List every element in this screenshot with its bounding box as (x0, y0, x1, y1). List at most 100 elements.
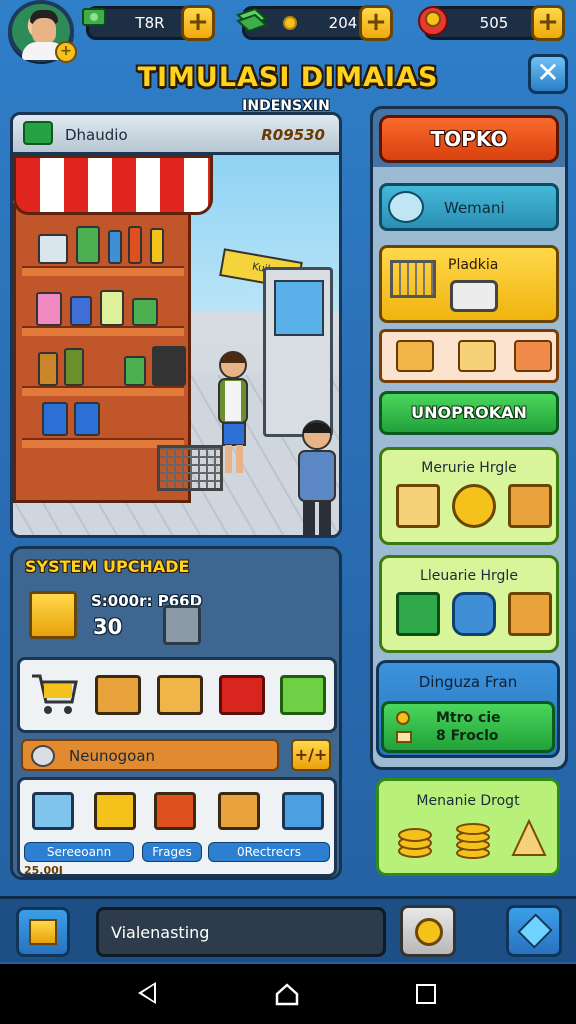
recent-apps-icon[interactable] (416, 984, 436, 1004)
gem-icon (517, 913, 553, 949)
jar (64, 348, 84, 386)
basket-icon[interactable] (282, 792, 324, 830)
upgrade-action-button[interactable]: +/+ (291, 739, 331, 771)
vending-machine[interactable] (263, 267, 333, 437)
gem-shop-button[interactable] (506, 905, 562, 957)
supply-row[interactable] (379, 329, 559, 383)
offer-card[interactable]: Dinguza Fran Mtro cie 8 Froclo (376, 660, 560, 758)
box-icon (396, 340, 434, 372)
reward-label: Menanie Drogt (416, 793, 520, 809)
game-title: TIMULASI DIMAIAS (137, 62, 439, 93)
category-tab[interactable]: 0Rectrecrs (208, 842, 330, 862)
cheese-icon[interactable] (94, 792, 136, 830)
add-coins-button[interactable]: + (359, 5, 393, 41)
shelf-board (22, 326, 184, 336)
system-upgrade-panel: SYSTEM UPCHADE S:000r: P66D 30 Neunogoan… (10, 546, 342, 880)
system-nav-bar (0, 964, 576, 1024)
level-badge-icon: + (55, 41, 77, 63)
status-field[interactable]: Vialenasting (96, 907, 386, 957)
wemari-card[interactable]: Wemani (379, 183, 559, 231)
upgrade-card-1-label: Merurie Hrgle (421, 460, 517, 476)
store-illustration[interactable]: Kuil (13, 155, 339, 535)
upgrade-card-2-label: Lleuarie Hrgle (420, 568, 518, 584)
cash-counter: T8R + (82, 5, 215, 41)
coin-icon (396, 711, 410, 725)
category-tab[interactable]: Sereeoann (24, 842, 134, 862)
bag-icon (514, 340, 552, 372)
upgrade-bar[interactable]: Neunogoan (21, 739, 279, 771)
coin-icon (283, 16, 297, 30)
upgrade-bar-label: Neunogoan (69, 747, 156, 765)
category-row: Sereeoann Frages 0Rectrecrs 25.00I (17, 777, 337, 877)
shelf-board (22, 386, 184, 396)
offer-buy-button[interactable]: Mtro cie 8 Froclo (381, 701, 555, 753)
package-icon[interactable] (156, 675, 203, 715)
upgrade-card-1[interactable]: Merurie Hrgle (379, 447, 559, 545)
close-button[interactable]: ✕ (528, 54, 568, 94)
plant-pot (76, 226, 100, 264)
package-label: Pladkia (448, 257, 499, 273)
status-field-label: Vialenasting (111, 923, 210, 942)
upgrade-card-2[interactable]: Lleuarie Hrgle (379, 555, 559, 653)
safe-icon (163, 605, 201, 645)
bottle (150, 228, 164, 264)
crate-icon (29, 919, 57, 945)
store-money: R09530 (261, 126, 325, 144)
box-icon (508, 592, 552, 636)
bottle (108, 230, 122, 264)
home-icon[interactable] (274, 982, 300, 1006)
reward-card[interactable]: Menanie Drogt (376, 778, 560, 876)
red-case-icon[interactable] (218, 675, 265, 715)
register-icon (450, 280, 498, 312)
goods-selection-row (17, 657, 337, 733)
cheese-icon (509, 815, 549, 859)
store-awning (13, 155, 213, 215)
machine-screen (274, 280, 324, 336)
package-card[interactable]: Pladkia (379, 245, 559, 323)
store-name: Dhaudio (65, 126, 128, 144)
add-gems-button[interactable]: + (531, 5, 565, 41)
clerk-character[interactable] (287, 417, 339, 535)
back-icon[interactable] (138, 982, 156, 1004)
check-icon (23, 121, 53, 145)
shopper-character[interactable] (209, 349, 257, 483)
coin-stack-icon (453, 815, 493, 859)
cheese-icon (396, 484, 440, 528)
medal-icon (415, 3, 451, 43)
store-scene-panel: Dhaudio R09530 Kuil (10, 112, 342, 538)
product-box (38, 234, 68, 264)
scene-header: Dhaudio R09530 (13, 115, 339, 155)
tab-store[interactable]: TOPKO (379, 115, 559, 163)
wemari-label: Wemani (444, 199, 505, 217)
envelope-icon (396, 731, 412, 743)
coin-shop-button[interactable] (400, 905, 456, 957)
cart-icon[interactable] (28, 670, 80, 720)
tab-upgrades[interactable]: UNOPROKAN (379, 391, 559, 435)
green-crate-icon (396, 592, 440, 636)
crate-icon (29, 591, 77, 639)
add-cash-button[interactable]: + (181, 5, 215, 41)
inventory-button[interactable] (16, 907, 70, 957)
coin-stack-icon (452, 484, 496, 528)
box-icon[interactable] (218, 792, 260, 830)
upgrade-level: 30 (93, 615, 123, 639)
product-box (42, 402, 68, 436)
offer-line-1: Mtro cie (436, 710, 501, 726)
plant-pot (132, 298, 158, 326)
gear-icon (31, 745, 55, 767)
cardboard-box-icon[interactable] (95, 675, 142, 715)
money-stack-icon (235, 5, 269, 39)
green-box-icon[interactable] (280, 675, 327, 715)
category-tab[interactable]: Frages (142, 842, 202, 862)
product-box (100, 290, 124, 326)
bread-icon (458, 340, 496, 372)
basket-icon[interactable] (32, 792, 74, 830)
offer-line-2: 8 Froclo (436, 728, 499, 744)
gems-counter: 505 + (418, 5, 565, 41)
offer-label: Dinguza Fran (418, 673, 518, 691)
avatar-face (32, 18, 56, 44)
shelf-board (22, 266, 184, 276)
coin-icon (415, 918, 443, 946)
box-icon (508, 484, 552, 528)
produce-crate-icon[interactable] (154, 792, 196, 830)
